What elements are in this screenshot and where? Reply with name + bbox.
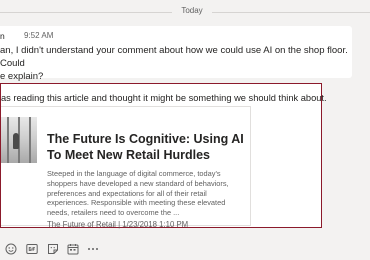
message-line: an, I didn't understand your comment abo…: [0, 45, 348, 69]
emoji-icon[interactable]: [4, 242, 18, 256]
link-preview-card[interactable]: The Future Is Cognitive: Using AI To Mee…: [1, 106, 251, 229]
date-label: Today: [181, 6, 203, 15]
sticker-icon[interactable]: [46, 242, 60, 256]
divider-left: [0, 12, 172, 13]
article-description: Steeped in the language of digital comme…: [47, 169, 229, 218]
message-body: as reading this article and thought it m…: [1, 93, 327, 103]
message-author[interactable]: n: [0, 31, 5, 41]
article-source: The Future of Retail | 1/23/2018 1:10 PM: [47, 220, 189, 229]
meet-now-icon[interactable]: [66, 242, 80, 256]
message-line: e explain?: [0, 71, 44, 82]
chat-message[interactable]: n 9:52 AM an, I didn't understand your c…: [0, 26, 352, 82]
gif-icon[interactable]: [25, 242, 39, 256]
message-toolbar: [0, 238, 370, 260]
divider-right: [212, 12, 370, 13]
chat-message-highlighted[interactable]: as reading this article and thought it m…: [0, 83, 327, 229]
date-separator: Today: [0, 0, 370, 22]
article-thumbnail: [1, 117, 37, 163]
message-timestamp: 9:52 AM: [24, 31, 54, 40]
more-options-icon[interactable]: [86, 242, 100, 256]
message-body: an, I didn't understand your comment abo…: [0, 44, 352, 83]
article-title[interactable]: The Future Is Cognitive: Using AI To Mee…: [47, 131, 247, 163]
